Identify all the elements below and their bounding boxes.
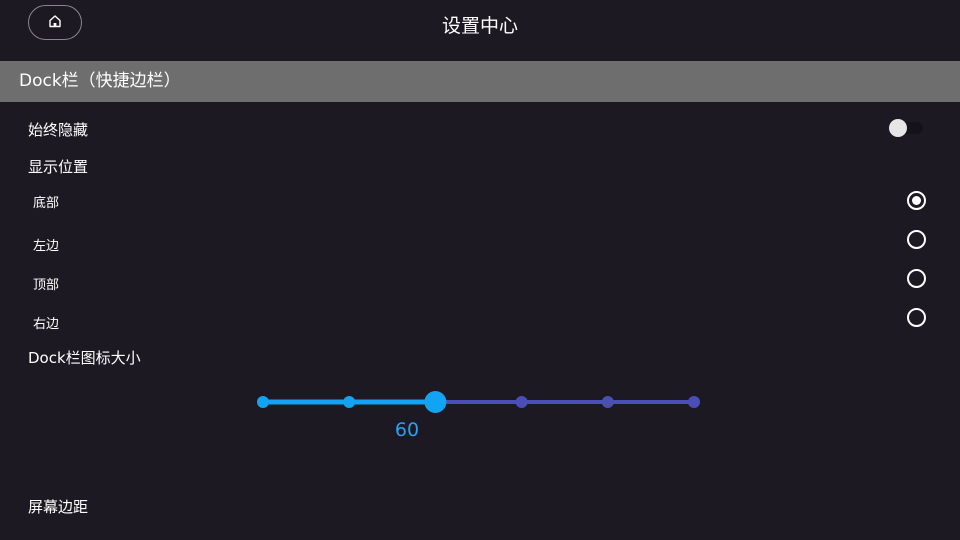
icon-size-slider-graphic xyxy=(257,391,700,413)
toggle-thumb xyxy=(889,119,907,137)
slider-tick xyxy=(257,396,269,408)
slider-thumb xyxy=(424,391,447,413)
screen-margin-label: 屏幕边距 xyxy=(28,498,89,516)
slider-tick xyxy=(515,396,528,408)
display-position-label: 显示位置 xyxy=(28,158,89,176)
position-option-right-label: 右边 xyxy=(33,317,60,332)
position-option-left-label: 左边 xyxy=(33,239,60,254)
position-option-bottom-label: 底部 xyxy=(33,196,60,211)
always-hide-toggle[interactable] xyxy=(889,119,923,137)
section-header: Dock栏（快捷边栏） xyxy=(0,61,960,102)
page-title: 设置中心 xyxy=(441,15,518,37)
icon-size-value: 60 xyxy=(394,419,420,441)
position-option-bottom-radio[interactable] xyxy=(907,191,926,210)
icon-size-label: Dock栏图标大小 xyxy=(28,349,141,367)
slider-tick xyxy=(688,396,700,408)
position-option-top-label: 顶部 xyxy=(33,278,60,293)
icon-size-slider[interactable] xyxy=(250,385,710,421)
slider-tick xyxy=(601,396,614,408)
position-option-top-radio[interactable] xyxy=(907,269,926,288)
always-hide-label: 始终隐藏 xyxy=(28,121,89,139)
slider-tick xyxy=(343,396,356,408)
position-option-left-radio[interactable] xyxy=(907,230,926,249)
position-option-right-radio[interactable] xyxy=(907,308,926,327)
